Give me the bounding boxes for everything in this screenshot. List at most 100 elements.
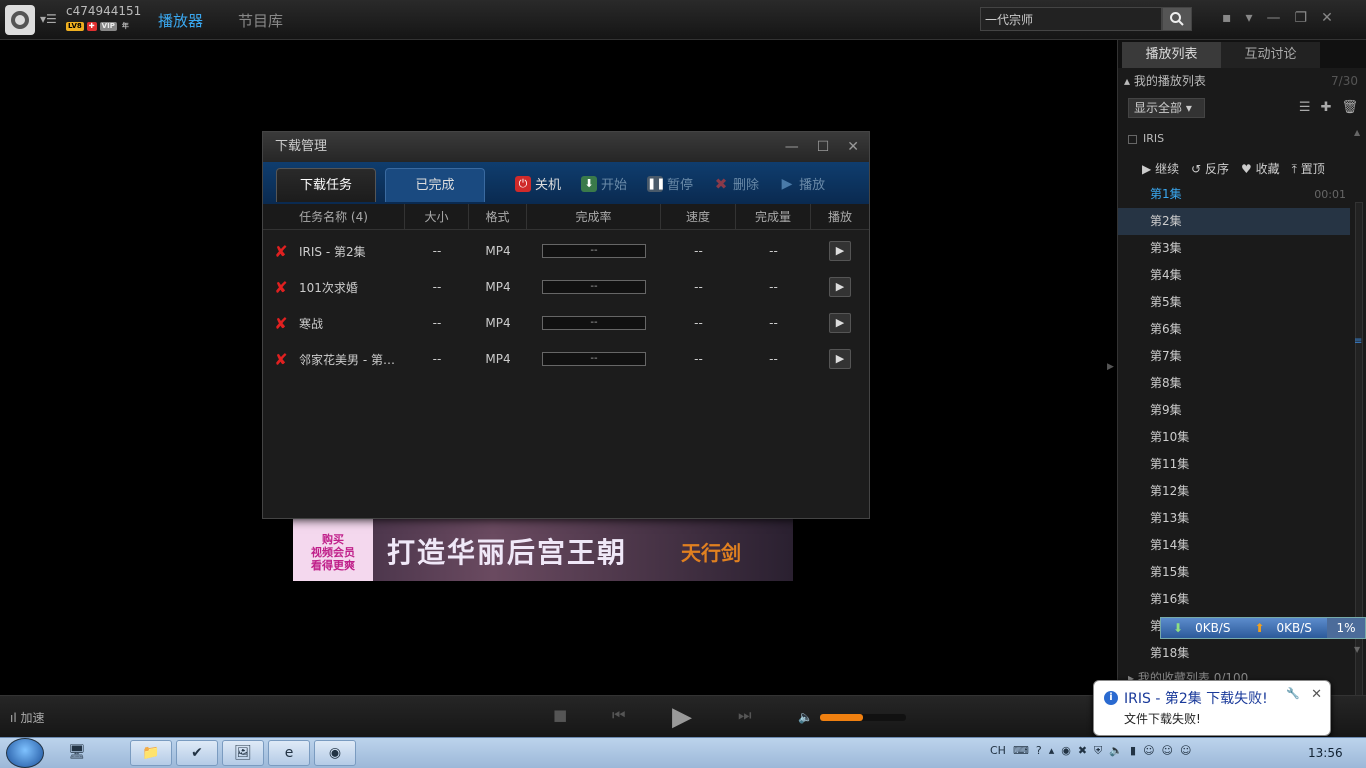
speed-widget[interactable]: ⬇ 0KB/S ⬆ 0KB/S 1% (1160, 617, 1366, 639)
episode-item[interactable]: 第1集 00:01 (1118, 181, 1350, 208)
dialog-close-icon[interactable]: ✕ (847, 132, 859, 162)
col-format[interactable]: 格式 (469, 204, 527, 229)
tab-playlist[interactable]: 播放列表 (1122, 42, 1221, 68)
clock[interactable]: 13:56 (1308, 746, 1343, 760)
episode-item[interactable]: 第8集 (1118, 370, 1350, 397)
accelerate-button[interactable]: ıl 加速 (10, 709, 45, 726)
username[interactable]: c474944151 (66, 4, 141, 18)
episode-item[interactable]: 第13集 (1118, 505, 1350, 532)
next-icon[interactable]: ⏭ (738, 706, 752, 724)
episode-item[interactable]: 第4集 (1118, 262, 1350, 289)
episode-item[interactable]: 第5集 (1118, 289, 1350, 316)
tab-discussion[interactable]: 互动讨论 (1221, 42, 1320, 68)
qq-icon[interactable]: ☺ (1162, 744, 1173, 758)
language-indicator[interactable]: CH (990, 744, 1006, 758)
volume-slider[interactable] (820, 714, 906, 721)
scroll-up-icon[interactable]: ▲ (1354, 128, 1360, 137)
dialog-titlebar[interactable]: 下载管理 — ☐ ✕ (263, 132, 869, 162)
remove-task-icon[interactable]: ✘ (263, 278, 299, 297)
episode-item[interactable]: 第12集 (1118, 478, 1350, 505)
side-handle-icon[interactable]: ≡ (1354, 336, 1362, 347)
my-playlist-header[interactable]: ▴ 我的播放列表 7/30 (1118, 68, 1366, 94)
group-iris[interactable]: IRIS (1128, 132, 1164, 145)
nav-library[interactable]: 节目库 (238, 10, 283, 31)
minimize-icon[interactable]: — (1267, 10, 1281, 26)
tab-completed[interactable]: 已完成 (385, 168, 485, 202)
pin-top-button[interactable]: ⤒ 置顶 (1292, 160, 1325, 177)
dialog-maximize-icon[interactable]: ☐ (817, 132, 830, 162)
col-progress[interactable]: 完成率 (527, 204, 661, 229)
taskbar-folder-icon[interactable]: 📁 (130, 740, 172, 766)
search-button[interactable] (1162, 7, 1192, 31)
scroll-thumb[interactable] (1355, 202, 1363, 722)
reverse-button[interactable]: ↺ 反序 (1191, 160, 1229, 177)
previous-icon[interactable]: ⏮ (612, 706, 626, 724)
table-row[interactable]: ✘ 101次求婚 -- MP4 -- -- -- ▶ (263, 269, 869, 305)
table-row[interactable]: ✘ 寒战 -- MP4 -- -- -- ▶ (263, 305, 869, 341)
keyboard-icon[interactable]: ⌨ (1013, 744, 1029, 758)
episode-item[interactable]: 第2集 (1118, 208, 1350, 235)
close-icon[interactable]: ✕ (1321, 10, 1333, 26)
dropdown-icon[interactable]: ▾ (1246, 10, 1253, 26)
episode-item[interactable]: 第6集 (1118, 316, 1350, 343)
start-button[interactable]: ⬇ 开始 (581, 174, 627, 193)
tab-download-tasks[interactable]: 下载任务 (276, 168, 376, 202)
pause-button[interactable]: ❚❚ 暂停 (647, 174, 693, 193)
row-play-icon[interactable]: ▶ (829, 349, 851, 369)
dialog-minimize-icon[interactable]: — (785, 132, 799, 162)
restore-icon[interactable]: ❐ (1295, 10, 1308, 26)
search-input[interactable] (980, 7, 1162, 31)
delete-button[interactable]: ✖ 删除 (713, 174, 759, 194)
menu-icon[interactable]: ▾☰ (40, 12, 57, 26)
episode-item[interactable]: 第15集 (1118, 559, 1350, 586)
episode-item[interactable]: 第10集 (1118, 424, 1350, 451)
col-completed[interactable]: 完成量 (736, 204, 811, 229)
network-error-icon[interactable]: ✖ (1078, 744, 1087, 758)
episode-item[interactable]: 第9集 (1118, 397, 1350, 424)
episode-item[interactable]: 第3集 (1118, 235, 1350, 262)
remove-task-icon[interactable]: ✘ (263, 242, 299, 261)
shield-tray-icon[interactable]: ⛨ (1094, 744, 1102, 758)
wrench-icon[interactable]: 🔧 (1286, 687, 1300, 700)
row-play-icon[interactable]: ▶ (829, 277, 851, 297)
volume-icon[interactable]: 🔈 (798, 710, 813, 724)
favorite-button[interactable]: ♥ 收藏 (1241, 160, 1280, 177)
show-all-dropdown[interactable]: 显示全部 ▾ (1128, 98, 1205, 118)
panel-toggle-icon[interactable]: ▶ (1107, 362, 1114, 372)
taskbar-shield-icon[interactable]: ✔ (176, 740, 218, 766)
shutdown-button[interactable]: ⏻ 关机 (515, 174, 561, 193)
list-settings-icon[interactable]: ☰ (1299, 100, 1311, 115)
col-size[interactable]: 大小 (405, 204, 469, 229)
remove-task-icon[interactable]: ✘ (263, 314, 299, 333)
nav-player[interactable]: 播放器 (158, 10, 203, 31)
taskbar-browser-icon[interactable]: e (268, 740, 310, 766)
taskbar-player-icon[interactable]: ◉ (314, 740, 356, 766)
ad-banner[interactable]: 购买 视频会员 看得更爽 打造华丽后宫王朝 天行剑 (293, 519, 793, 581)
tray-arrow-icon[interactable]: ▴ (1049, 744, 1055, 758)
row-play-icon[interactable]: ▶ (829, 313, 851, 333)
ad-vip-promo[interactable]: 购买 视频会员 看得更爽 (293, 519, 373, 581)
play-main-icon[interactable]: ▶ (672, 702, 692, 732)
table-row[interactable]: ✘ 邻家花美男 - 第… -- MP4 -- -- -- ▶ (263, 341, 869, 377)
qq-icon[interactable]: ☺ (1143, 744, 1154, 758)
signal-bars-icon[interactable]: ▮ (1130, 744, 1136, 758)
table-row[interactable]: ✘ IRIS - 第2集 -- MP4 -- -- -- ▶ (263, 233, 869, 269)
message-icon[interactable]: ▪ (1222, 10, 1232, 26)
add-icon[interactable]: ✚ (1321, 100, 1332, 115)
remove-task-icon[interactable]: ✘ (263, 350, 299, 369)
taskbar-image-icon[interactable]: 🖼 (222, 740, 264, 766)
episode-item[interactable]: 第7集 (1118, 343, 1350, 370)
continue-button[interactable]: ▶ 继续 (1142, 160, 1179, 177)
notification-balloon[interactable]: i IRIS - 第2集 下载失败! 文件下载失败! 🔧 ✕ (1093, 680, 1331, 736)
episode-item[interactable]: 第18集 (1118, 640, 1350, 667)
col-speed[interactable]: 速度 (661, 204, 736, 229)
show-desktop-icon[interactable]: 🖥 (56, 740, 98, 766)
speaker-icon[interactable]: 🔈 (1109, 744, 1123, 758)
episode-item[interactable]: 第11集 (1118, 451, 1350, 478)
row-play-icon[interactable]: ▶ (829, 241, 851, 261)
help-icon[interactable]: ? (1036, 744, 1042, 758)
app-logo-icon[interactable] (5, 5, 35, 35)
notification-close-icon[interactable]: ✕ (1311, 687, 1322, 702)
collapse-box-icon[interactable] (1128, 134, 1137, 144)
start-button[interactable] (6, 738, 44, 768)
